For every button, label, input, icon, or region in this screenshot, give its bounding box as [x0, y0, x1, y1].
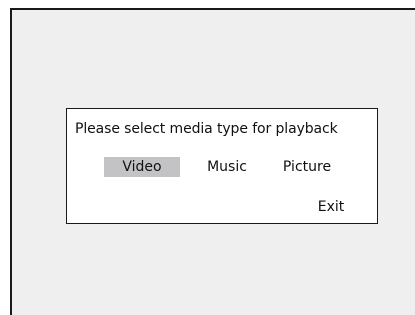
dialog-prompt: Please select media type for playback	[75, 121, 338, 137]
video-option[interactable]: Video	[104, 157, 180, 177]
media-type-dialog: Please select media type for playback Vi…	[66, 108, 378, 224]
exit-button[interactable]: Exit	[311, 197, 351, 217]
picture-option[interactable]: Picture	[275, 157, 339, 177]
music-option[interactable]: Music	[201, 157, 253, 177]
screen-background: Please select media type for playback Vi…	[10, 8, 415, 315]
